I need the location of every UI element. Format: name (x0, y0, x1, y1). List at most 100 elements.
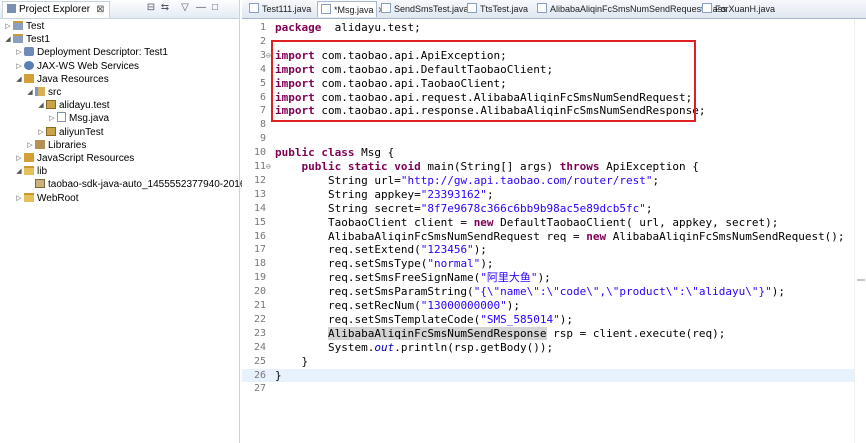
tree-item[interactable]: ▷ WebRoot (15, 192, 79, 205)
editor-tab-label: Test111.java (262, 4, 312, 14)
keyword: public class (275, 146, 355, 160)
collapse-all-icon[interactable]: ⊟ (146, 3, 156, 13)
code-text: req.setSmsType("normal"); (275, 257, 494, 271)
overview-ruler[interactable] (854, 19, 866, 443)
line-number: 8 (259, 119, 266, 131)
code-line[interactable]: 13 String appkey="23393162"; (242, 188, 854, 202)
tree-item[interactable]: ◢ lib (15, 165, 47, 178)
tree-item[interactable]: ▷ Msg.java (48, 112, 109, 125)
maximize-icon[interactable]: □ (210, 3, 220, 13)
tree-twisty-icon[interactable]: ▷ (48, 112, 56, 125)
code-line[interactable]: 12 String url="http://gw.api.taobao.com/… (242, 174, 854, 188)
tree-twisty-icon[interactable]: ◢ (15, 73, 23, 86)
code-token: String secret= (275, 201, 421, 215)
code-line[interactable]: 1 package alidayu.test; (242, 21, 854, 35)
editor-tab[interactable]: Test111.java (246, 1, 316, 17)
java-file-icon (381, 3, 391, 13)
code-text: AlibabaAliqinFcSmsNumSendRequest req = n… (275, 230, 845, 244)
tree-item-label: src (48, 87, 62, 98)
link-with-editor-icon[interactable]: ⇆ (160, 3, 170, 13)
editor-tab[interactable]: SendSmsTest.java (378, 1, 469, 17)
java-file-icon (57, 112, 66, 123)
code-token: req.setExtend( (275, 243, 421, 257)
keyword: new (473, 215, 494, 229)
tree-twisty-icon[interactable]: ◢ (4, 33, 12, 46)
java-resources-icon (24, 73, 34, 83)
code-line[interactable]: 11 ⊖ public static void main(String[] arg… (242, 160, 854, 174)
tree-twisty-icon[interactable]: ▷ (15, 60, 23, 73)
code-token: } (275, 354, 309, 368)
line-number: 22 (253, 313, 266, 325)
editor-tab[interactable]: ForXuanH.java (699, 1, 775, 17)
fold-toggle-icon[interactable]: ⊖ (266, 160, 274, 174)
line-number: 10 (253, 147, 266, 159)
code-token: .println(rsp.getBody()); (394, 340, 554, 354)
tree-item[interactable]: ▷ JavaScript Resources (15, 152, 134, 165)
code-line[interactable]: 27 (242, 382, 854, 396)
code-line[interactable]: 20 req.setSmsParamString("{\"name\":\"co… (242, 285, 854, 299)
tree-item[interactable]: ▷ aliyunTest (37, 126, 103, 139)
java-file-icon (321, 4, 331, 14)
code-text: String secret="8f7e9678c366c6bb9b98ac5e8… (275, 202, 653, 216)
tree-item[interactable]: ▷ Deployment Descriptor: Test1 (15, 46, 168, 59)
code-token: ; (645, 201, 653, 215)
code-text: req.setExtend("123456"); (275, 243, 487, 257)
tree-item[interactable]: ▷ JAX-WS Web Services (15, 60, 139, 73)
code-line[interactable]: 14 String secret="8f7e9678c366c6bb9b98ac… (242, 202, 854, 216)
string-literal: "normal" (427, 257, 481, 271)
code-line[interactable]: 26} (242, 368, 854, 383)
tree-item[interactable]: ▷ Test (4, 20, 44, 33)
code-line[interactable]: 17 req.setExtend("123456"); (242, 243, 854, 257)
editor-tab[interactable]: AlibabaAliqinFcSmsNumSendRequest.class (534, 1, 727, 17)
line-number: 13 (253, 188, 266, 200)
tree-twisty-icon[interactable]: ▷ (15, 192, 23, 205)
editor-tab[interactable]: TtsTest.java (464, 1, 532, 17)
line-number: 20 (253, 286, 266, 298)
code-line[interactable]: 10 public class Msg { (242, 146, 854, 160)
code-text: TaobaoClient client = new DefaultTaobaoC… (275, 216, 778, 230)
tree-twisty-icon[interactable]: ▷ (15, 46, 23, 59)
view-menu-icon[interactable]: ▽ (180, 3, 190, 13)
code-line[interactable]: 16 AlibabaAliqinFcSmsNumSendRequest req … (242, 230, 854, 244)
string-literal: "23393162" (420, 187, 487, 201)
editor-tab[interactable]: *Msg.java✕ (317, 1, 385, 17)
code-line[interactable]: 15 TaobaoClient client = new DefaultTaob… (242, 216, 854, 230)
code-line[interactable]: 9 (242, 132, 854, 146)
tree-twisty-icon[interactable]: ◢ (26, 86, 34, 99)
code-line[interactable]: 23 AlibabaAliqinFcSmsNumSendResponse rsp… (242, 326, 854, 341)
code-token: } (275, 368, 282, 382)
tree-twisty-icon[interactable]: ▷ (37, 126, 45, 139)
code-line[interactable]: 18 req.setSmsType("normal"); (242, 257, 854, 271)
minimize-icon[interactable]: — (196, 3, 206, 13)
code-token: ); (559, 312, 574, 326)
tree-item[interactable]: ◢ alidayu.test (37, 99, 110, 112)
tree-twisty-icon[interactable]: ▷ (4, 20, 12, 33)
project-explorer-tab[interactable]: Project Explorer ⊠ (2, 1, 110, 18)
code-text: System.out.println(rsp.getBody()); (275, 341, 553, 355)
code-line[interactable]: 25 } (242, 355, 854, 369)
close-icon[interactable]: ⊠ (96, 4, 104, 15)
project-icon (13, 34, 23, 44)
tree-twisty-icon[interactable]: ▷ (26, 139, 34, 152)
tree-twisty-icon[interactable]: ▷ (15, 152, 23, 165)
code-line[interactable]: 22 req.setSmsTemplateCode("SMS_585014"); (242, 313, 854, 327)
line-number: 5 (259, 77, 266, 89)
highlighted-token: AlibabaAliqinFcSmsNumSendResponse (327, 326, 547, 340)
project-explorer-panel: Project Explorer ⊠ ⊟ ⇆ ▽ — □ ▷ Test ◢ Test1 ▷… (0, 0, 273, 443)
code-line[interactable]: 19 req.setSmsFreeSignName("阿里大鱼"); (242, 271, 854, 285)
library-icon (35, 139, 45, 149)
code-token: ApiException { (599, 160, 699, 173)
code-text: String url="http://gw.api.taobao.com/rou… (275, 174, 659, 188)
tree-item[interactable]: ▷ Libraries (26, 139, 86, 152)
code-line[interactable]: 24 System.out.println(rsp.getBody()); (242, 341, 854, 355)
tree-item[interactable]: ◢ Test1 (4, 33, 50, 46)
tree-item[interactable]: taobao-sdk-java-auto_1455552377940-20160… (26, 178, 273, 191)
keyword: package (275, 21, 322, 34)
tree-item[interactable]: ◢ src (26, 86, 61, 99)
line-number: 16 (253, 230, 266, 242)
tree-item[interactable]: ◢ Java Resources (15, 73, 109, 86)
code-line[interactable]: 21 req.setRecNum("13000000000"); (242, 299, 854, 313)
tree-twisty-icon[interactable]: ◢ (15, 165, 23, 178)
tree-twisty-icon[interactable]: ◢ (37, 99, 45, 112)
